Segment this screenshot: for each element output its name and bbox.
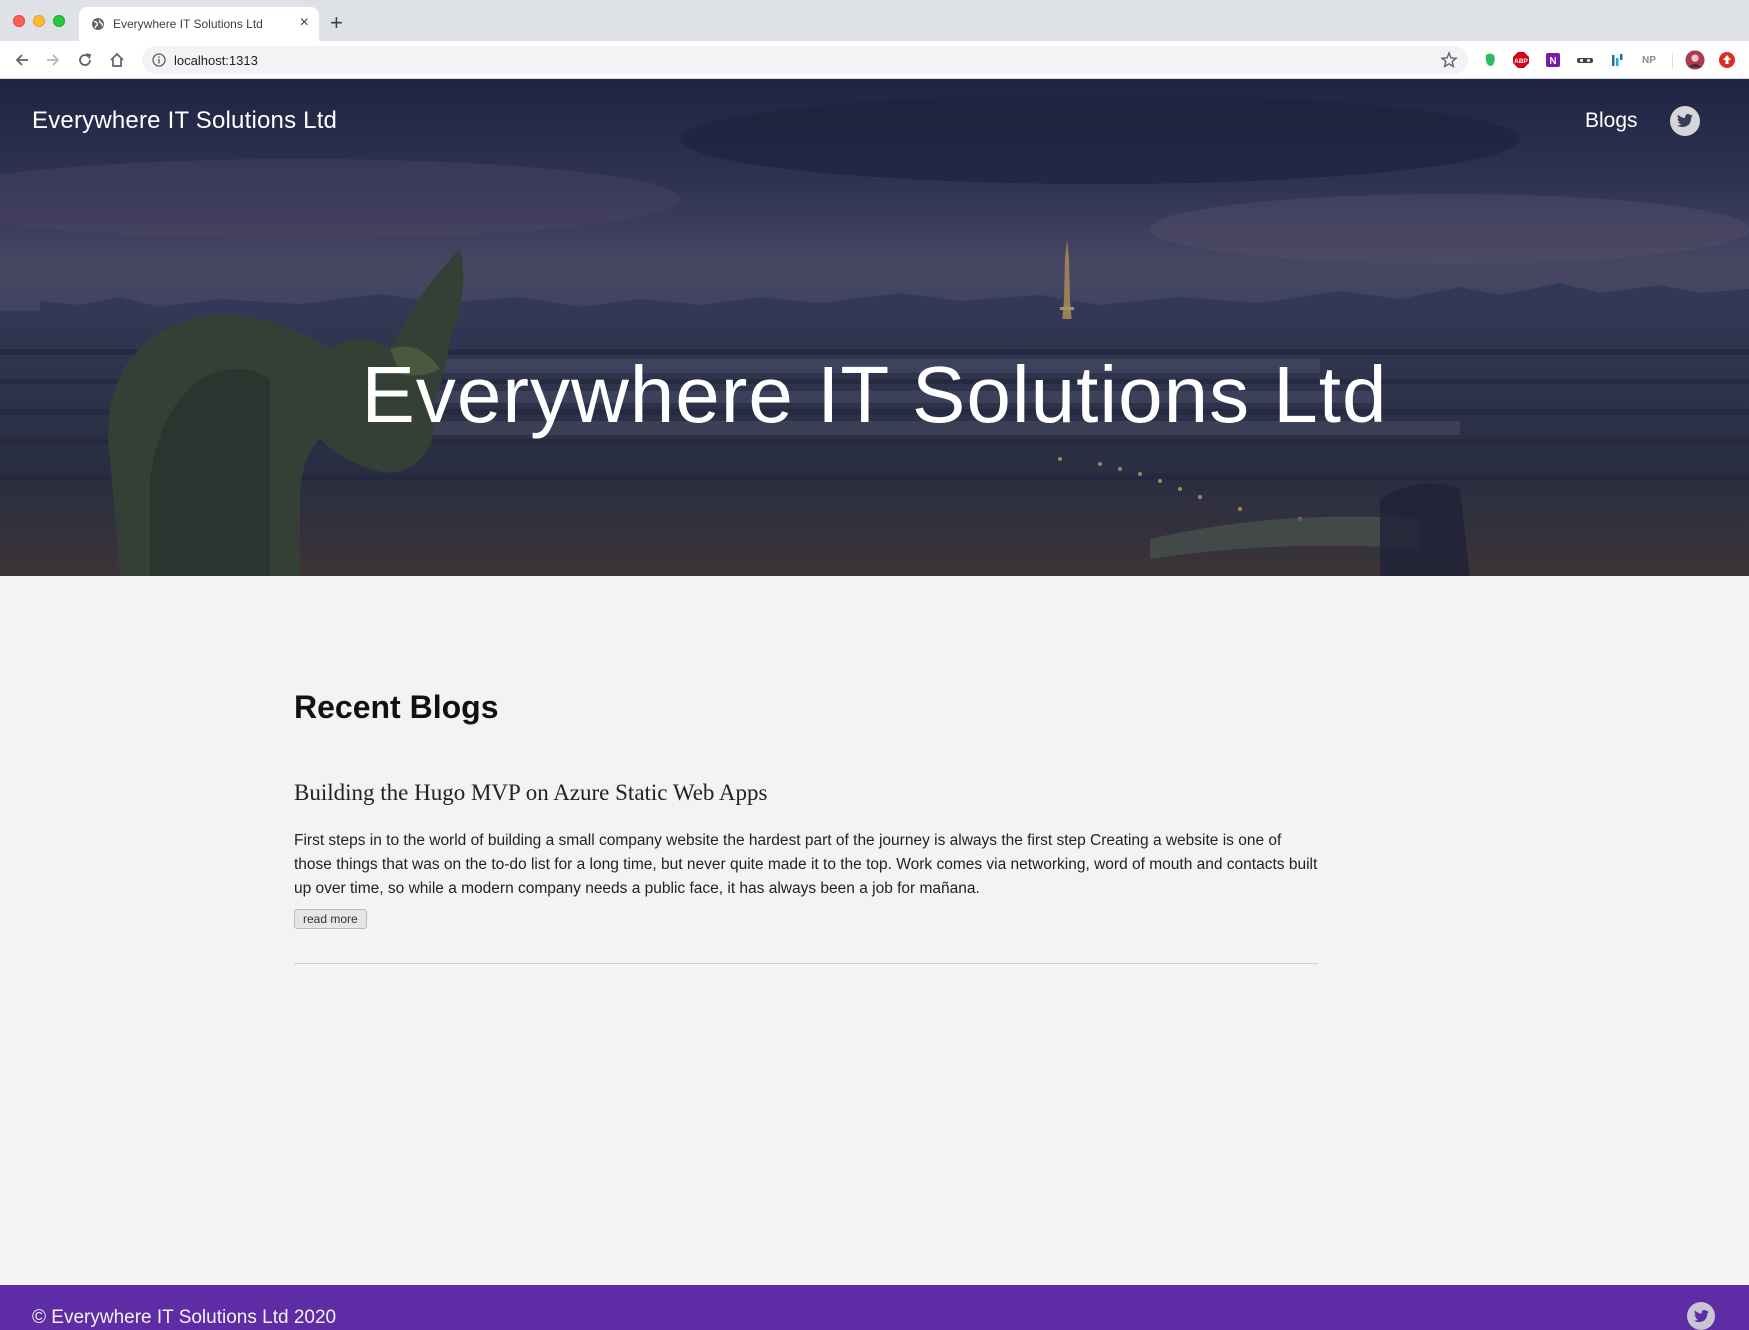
footer-twitter-icon[interactable] (1687, 1302, 1715, 1330)
home-icon (110, 52, 124, 67)
evernote-icon[interactable] (1480, 50, 1500, 70)
window-close-button[interactable] (13, 15, 25, 27)
browser-toolbar: localhost:1313 ABP N NP (0, 41, 1749, 79)
tab-close-icon[interactable]: × (300, 14, 309, 32)
footer-copyright: © Everywhere IT Solutions Ltd 2020 (32, 1307, 337, 1328)
globe-icon (92, 18, 104, 30)
info-icon[interactable] (152, 53, 166, 67)
reload-button[interactable] (75, 50, 95, 70)
svg-text:N: N (1549, 56, 1556, 67)
nav-blogs-link[interactable]: Blogs (1585, 109, 1638, 133)
update-alert-icon[interactable] (1717, 50, 1737, 70)
adblock-plus-icon[interactable]: ABP (1511, 50, 1531, 70)
site-footer: © Everywhere IT Solutions Ltd 2020 (0, 1285, 1749, 1330)
svg-text:ABP: ABP (1514, 58, 1528, 65)
window-maximize-button[interactable] (53, 15, 65, 27)
profile-avatar[interactable] (1685, 50, 1705, 70)
paris-skyline-image (0, 79, 1749, 576)
bookmark-star-icon[interactable] (1440, 51, 1458, 69)
post-divider (294, 963, 1318, 964)
url-text[interactable]: localhost:1313 (174, 53, 258, 68)
hero-title: Everywhere IT Solutions Ltd (361, 350, 1388, 439)
section-title: Recent Blogs (294, 689, 499, 725)
tab-title: Everywhere IT Solutions Ltd (113, 17, 263, 31)
twitter-icon[interactable] (1670, 106, 1700, 136)
post-excerpt: First steps in to the world of building … (294, 832, 1318, 897)
address-bar[interactable]: localhost:1313 (142, 46, 1468, 74)
arrow-right-icon (47, 54, 60, 66)
browser-tab-active[interactable]: Everywhere IT Solutions Ltd × (79, 7, 319, 41)
home-button[interactable] (107, 50, 127, 70)
toolbar-divider (1672, 53, 1673, 69)
np-label: NP (1642, 54, 1656, 66)
reload-icon (79, 53, 92, 66)
incognito-mask-icon[interactable] (1575, 50, 1595, 70)
post-title-link[interactable]: Building the Hugo MVP on Azure Static We… (294, 780, 767, 806)
arrow-left-icon (15, 54, 28, 66)
window-minimize-button[interactable] (33, 15, 45, 27)
browser-tab-strip: Everywhere IT Solutions Ltd × + (0, 0, 1749, 41)
read-more-button[interactable]: read more (294, 909, 367, 929)
np-icon[interactable]: NP (1639, 50, 1659, 70)
site-brand-link[interactable]: Everywhere IT Solutions Ltd (32, 107, 337, 135)
hero-banner: Everywhere IT Solutions Ltd Blogs Everyw… (0, 79, 1749, 576)
analytics-icon[interactable] (1607, 50, 1627, 70)
back-button[interactable] (12, 50, 32, 70)
onenote-icon[interactable]: N (1543, 50, 1563, 70)
new-tab-button[interactable]: + (330, 12, 343, 34)
forward-button[interactable] (43, 50, 63, 70)
